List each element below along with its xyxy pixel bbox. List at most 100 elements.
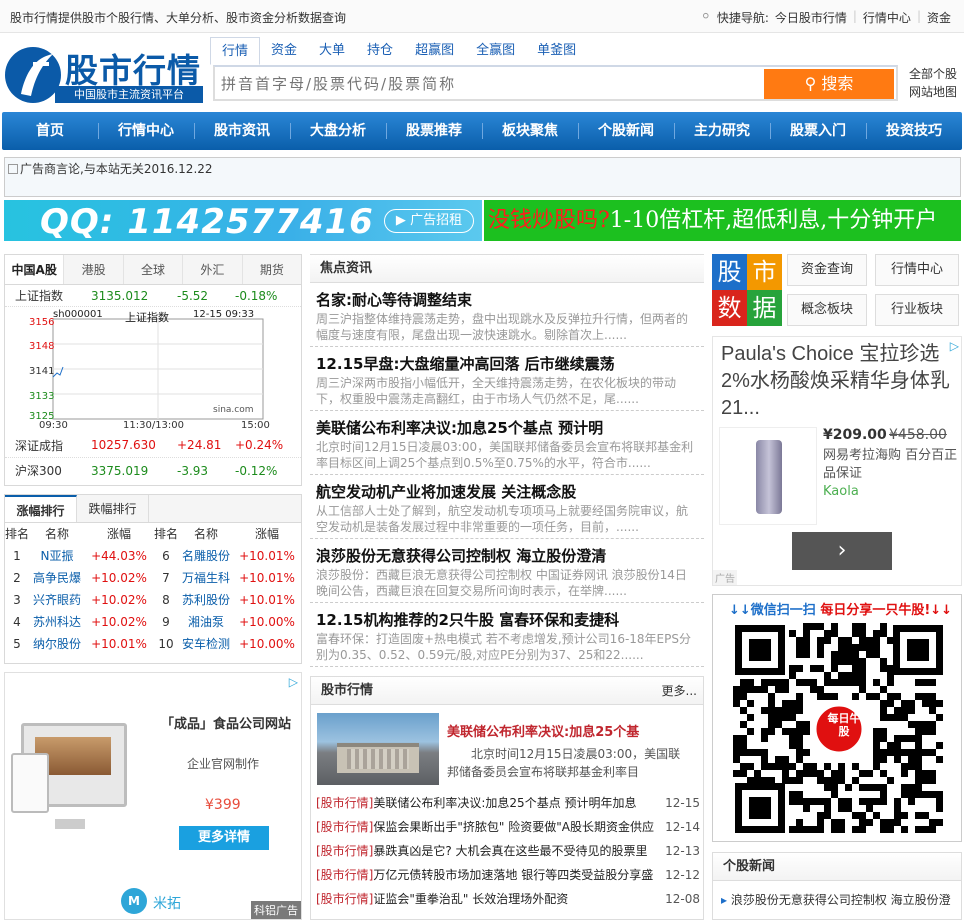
ad-title: 「成品」食品公司网站 — [161, 717, 292, 732]
index-value: 3135.012 — [91, 288, 149, 303]
data-tiles[interactable]: 股 市 数 据 — [712, 254, 782, 326]
focus-item: 名家:耐心等待调整结束 周三沪指整体维持震荡走势，盘中出现跳水及反弹拉升行情，但两… — [310, 283, 704, 347]
site-logo[interactable]: 股市行情 中国股市主流资讯平台 — [3, 42, 203, 104]
search-icon: ⚲ — [804, 74, 817, 93]
qq-ad-banner[interactable]: QQ: 1142577416 ▶ 广告招租 — [4, 200, 482, 241]
nav-index-analysis[interactable]: 大盘分析 — [290, 112, 386, 150]
btn-fund-query[interactable]: 资金查询 — [787, 254, 867, 286]
tab-losers[interactable]: 跌幅排行 — [77, 495, 149, 522]
link-all-stocks[interactable]: 全部个股 — [909, 65, 957, 83]
market-news: 股市行情 更多... 美联储公布利率决议:加息25个基 北京时间12月15日凌晨… — [310, 676, 704, 920]
btn-market-center[interactable]: 行情中心 — [875, 254, 959, 286]
ranking-row[interactable]: 1 N亚振 +44.03% 6 名雕股份 +10.01% — [5, 545, 301, 567]
quick-link-fund[interactable]: 资金 — [924, 9, 954, 26]
tab-gainers[interactable]: 涨幅排行 — [5, 495, 77, 522]
focus-headline[interactable]: 12.15机构推荐的2只牛股 富春环保和麦捷科 — [316, 609, 694, 631]
tab-fund[interactable]: 资金 — [260, 37, 308, 65]
tab-a-share[interactable]: 中国A股 — [5, 255, 65, 284]
ranking-rows: 1 N亚振 +44.03% 6 名雕股份 +10.01% 2 高争民爆 +10.02% 7 万福生科… — [5, 545, 301, 655]
stock-name[interactable]: 苏州科达 — [29, 611, 85, 633]
stock-name[interactable]: 湘油泵 — [179, 611, 233, 633]
index-row-sz[interactable]: 深证成指 10257.630 +24.81 +0.24% — [5, 433, 301, 458]
broken-image-icon — [8, 164, 18, 174]
ranking-row[interactable]: 5 纳尔股份 +10.01% 10 安车检测 +10.00% — [5, 633, 301, 655]
focus-headline[interactable]: 12.15早盘:大盘缩量冲高回落 后市继续震荡 — [316, 353, 694, 375]
btn-concept-sector[interactable]: 概念板块 — [787, 294, 867, 326]
ad-more-button[interactable]: 更多详情 — [179, 826, 269, 850]
focus-headline[interactable]: 航空发动机产业将加速发展 关注概念股 — [316, 481, 694, 503]
market-news-more[interactable]: 更多... — [662, 677, 697, 705]
quick-link-market[interactable]: 行情中心 — [860, 9, 914, 26]
adchoices-icon[interactable]: ▷ — [950, 339, 959, 353]
stock-name[interactable]: N亚振 — [29, 545, 85, 567]
search-button[interactable]: ⚲ 搜索 — [764, 69, 894, 99]
focus-headline[interactable]: 浪莎股份无意获得公司控制权 海立股份澄清 — [316, 545, 694, 567]
tab-quote[interactable]: 行情 — [210, 37, 261, 65]
market-news-item[interactable]: [股市行情] 暴跌真凶是它? 大机会真在这些最不受待见的股票里 12-13 — [316, 839, 700, 863]
product-price: ¥209.00 — [823, 427, 887, 443]
nav-home[interactable]: 首页 — [2, 112, 98, 150]
notice-banner[interactable]: 广告商言论,与本站无关2016.12.22 — [4, 157, 961, 197]
stock-news-item[interactable]: ▸ 浪莎股份无意获得公司控制权 海立股份澄 — [713, 881, 961, 908]
link-sitemap[interactable]: 网站地图 — [909, 83, 957, 101]
stock-name[interactable]: 纳尔股份 — [29, 633, 85, 655]
stock-name[interactable]: 苏利股份 — [179, 589, 233, 611]
stock-gain: +10.01% — [239, 593, 295, 607]
focus-headline[interactable]: 名家:耐心等待调整结束 — [316, 289, 694, 311]
chart-code: sh000001 — [53, 309, 103, 320]
stock-name[interactable]: 名雕股份 — [179, 545, 233, 567]
logo-title: 股市行情 — [65, 51, 201, 90]
adchoices-icon[interactable]: ▷ — [289, 675, 298, 689]
market-news-item[interactable]: [股市行情] 证监会"重拳治乱" 长效治理场外配资 12-08 — [316, 887, 700, 911]
tab-quanying[interactable]: 全赢图 — [465, 37, 526, 65]
tab-danfu[interactable]: 单釜图 — [526, 37, 587, 65]
tab-futures[interactable]: 期货 — [243, 255, 301, 284]
nav-market-center[interactable]: 行情中心 — [98, 112, 194, 150]
market-news-item[interactable]: [股市行情] 美联储公布利率决议:加息25个基点 预计明年加息 12-15 — [316, 791, 700, 815]
stock-name[interactable]: 高争民爆 — [29, 567, 85, 589]
stock-name[interactable]: 兴齐眼药 — [29, 589, 85, 611]
chart-time: 12-15 09:33 — [193, 309, 255, 320]
nav-skills[interactable]: 投资技巧 — [866, 112, 962, 150]
quick-nav-label: 快捷导航: — [716, 11, 769, 25]
search-input[interactable] — [221, 73, 761, 95]
nav-beginner[interactable]: 股票入门 — [770, 112, 866, 150]
tab-forex[interactable]: 外汇 — [183, 255, 243, 284]
nav-sectors[interactable]: 板块聚焦 — [482, 112, 578, 150]
market-news-item[interactable]: [股市行情] 保监会果断出手"挤脓包" 险资要做"A股长期资金供应 12-14 — [316, 815, 700, 839]
leverage-ad-question: 没钱炒股吗? — [488, 208, 610, 233]
ranking-row[interactable]: 2 高争民爆 +10.02% 7 万福生科 +10.01% — [5, 567, 301, 589]
focus-headline[interactable]: 美联储公布利率决议:加息25个基点 预计明 — [316, 417, 694, 439]
product-next-button[interactable]: › — [792, 532, 892, 570]
stock-gain: +10.01% — [239, 571, 295, 585]
feature-photo[interactable] — [317, 713, 439, 785]
tab-global[interactable]: 全球 — [124, 255, 184, 284]
news-title: 保监会果断出手"挤脓包" 险资要做"A股长期资金供应 — [373, 820, 654, 834]
stock-name[interactable]: 安车检测 — [179, 633, 233, 655]
tab-position[interactable]: 持仓 — [356, 37, 404, 65]
stock-name[interactable]: 万福生科 — [179, 567, 233, 589]
ranking-row[interactable]: 4 苏州科达 +10.02% 9 湘油泵 +10.00% — [5, 611, 301, 633]
rank-no: 8 — [162, 593, 170, 607]
tab-bigorder[interactable]: 大单 — [308, 37, 356, 65]
tab-chaoying[interactable]: 超赢图 — [404, 37, 465, 65]
ad-recruit-button[interactable]: ▶ 广告招租 — [384, 209, 474, 233]
tab-hk[interactable]: 港股 — [64, 255, 124, 284]
btn-industry-sector[interactable]: 行业板块 — [875, 294, 959, 326]
market-news-item[interactable]: [股市行情] 万亿元债转股市场加速落地 银行等四类受益股分享盛 12-12 — [316, 863, 700, 887]
feature-title[interactable]: 美联储公布利率决议:加息25个基 — [447, 721, 639, 740]
quick-link-today[interactable]: 今日股市行情 — [772, 9, 850, 26]
feature-desc: 北京时间12月15日凌晨03:00，美国联邦储备委员会宣布将联邦基金利率目 — [447, 747, 681, 779]
device-mockup — [11, 723, 129, 835]
index-row-hs300[interactable]: 沪深300 3375.019 -3.93 -0.12% — [5, 458, 301, 483]
nav-main-force[interactable]: 主力研究 — [674, 112, 770, 150]
website-ad[interactable]: ▷ 「成品」食品公司网站 企业官网制作 ¥399 更多详情 M 米拓 科铝广告 — [4, 672, 302, 920]
nav-company-news[interactable]: 个股新闻 — [578, 112, 674, 150]
leverage-ad-banner[interactable]: 没钱炒股吗?1-10倍杠杆,超低利息,十分钟开户 — [484, 200, 961, 241]
focus-item: 航空发动机产业将加速发展 关注概念股 从工信部人士处了解到，航空发动机专项项马上就… — [310, 475, 704, 539]
nav-stock-picks[interactable]: 股票推荐 — [386, 112, 482, 150]
ranking-row[interactable]: 3 兴齐眼药 +10.02% 8 苏利股份 +10.01% — [5, 589, 301, 611]
index-row-sh[interactable]: 上证指数 3135.012 -5.52 -0.18% — [5, 285, 301, 307]
product-ad[interactable]: ▷ Paula's Choice 宝拉珍选 2%水杨酸焕采精华身体乳 21...… — [712, 336, 962, 586]
nav-stock-news[interactable]: 股市资讯 — [194, 112, 290, 150]
